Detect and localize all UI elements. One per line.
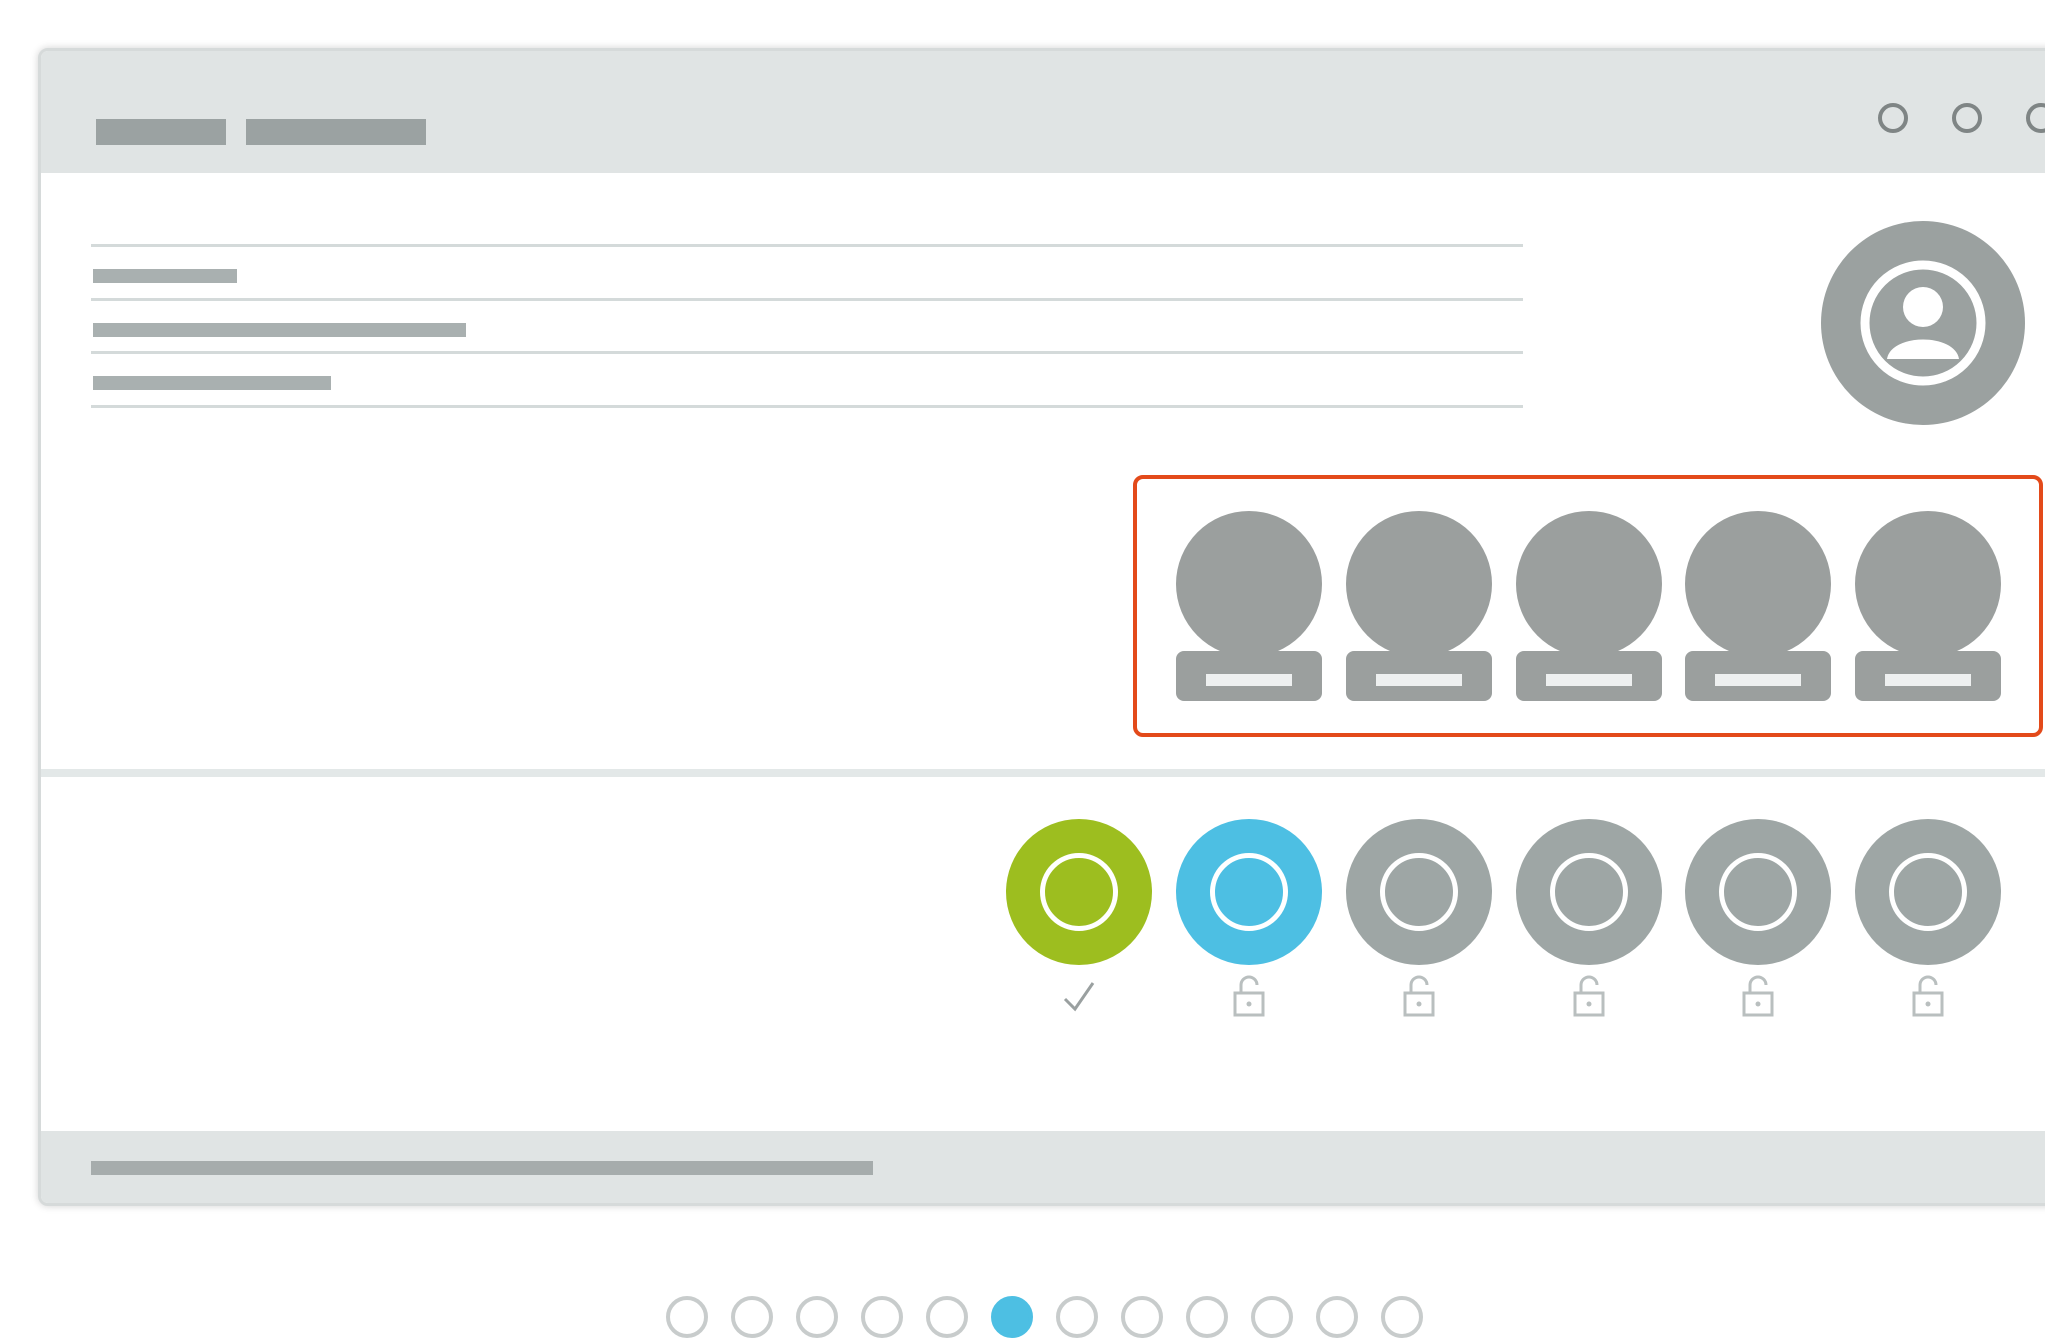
level-current-button[interactable]	[1176, 819, 1322, 965]
text-placeholder	[93, 323, 466, 337]
lock-icon	[1738, 971, 1778, 1019]
window-control-button[interactable]	[1878, 103, 1908, 133]
badge-placeholder-icon[interactable]	[1176, 511, 1322, 711]
pagination-dot-4[interactable]	[861, 1296, 903, 1338]
badge-label-placeholder	[1376, 674, 1462, 686]
badge-label-placeholder	[1546, 674, 1632, 686]
badge-placeholder-icon[interactable]	[1685, 511, 1831, 711]
pagination-dot-1[interactable]	[666, 1296, 708, 1338]
content-divider	[91, 244, 1523, 247]
badge-placeholder-icon[interactable]	[1516, 511, 1662, 711]
pagination	[666, 1296, 1426, 1340]
level-ring-icon	[1040, 853, 1118, 931]
badge-placeholder-icon[interactable]	[1855, 511, 2001, 711]
window-control-button[interactable]	[1952, 103, 1982, 133]
text-placeholder	[93, 376, 331, 390]
lock-icon	[1569, 971, 1609, 1019]
content-divider	[91, 298, 1523, 301]
pagination-dot-12[interactable]	[1381, 1296, 1423, 1338]
app-window	[38, 48, 2045, 1206]
pagination-dot-8[interactable]	[1121, 1296, 1163, 1338]
checkmark-icon	[1059, 971, 1099, 1019]
section-divider	[41, 769, 2045, 777]
lock-icon	[1399, 971, 1439, 1019]
content-divider	[91, 351, 1523, 354]
pagination-dot-9[interactable]	[1186, 1296, 1228, 1338]
level-ring-icon	[1380, 853, 1458, 931]
level-ring-icon	[1889, 853, 1967, 931]
pagination-dot-2[interactable]	[731, 1296, 773, 1338]
footer-text-placeholder	[91, 1161, 873, 1175]
level-ring-icon	[1550, 853, 1628, 931]
pagination-dot-3[interactable]	[796, 1296, 838, 1338]
level-locked-button[interactable]	[1685, 819, 1831, 965]
pagination-dot-6[interactable]	[991, 1296, 1033, 1338]
pagination-dot-5[interactable]	[926, 1296, 968, 1338]
pagination-dot-11[interactable]	[1316, 1296, 1358, 1338]
pagination-dot-10[interactable]	[1251, 1296, 1293, 1338]
text-placeholder	[93, 269, 237, 283]
level-locked-button[interactable]	[1855, 819, 2001, 965]
window-control-button[interactable]	[2026, 103, 2045, 133]
content-divider	[91, 405, 1523, 408]
level-locked-button[interactable]	[1346, 819, 1492, 965]
tab-second[interactable]	[246, 119, 426, 145]
lock-icon	[1908, 971, 1948, 1019]
level-completed-button[interactable]	[1006, 819, 1152, 965]
tab-first[interactable]	[96, 119, 226, 145]
badge-label-placeholder	[1206, 674, 1292, 686]
level-locked-button[interactable]	[1516, 819, 1662, 965]
badge-placeholder-icon[interactable]	[1346, 511, 1492, 711]
badge-label-placeholder	[1885, 674, 1971, 686]
user-avatar-icon[interactable]	[1821, 221, 2025, 425]
level-ring-icon	[1719, 853, 1797, 931]
pagination-dot-7[interactable]	[1056, 1296, 1098, 1338]
level-ring-icon	[1210, 853, 1288, 931]
title-bar	[41, 51, 2045, 173]
window-controls	[1846, 69, 2045, 159]
footer-bar	[41, 1131, 2045, 1203]
badge-label-placeholder	[1715, 674, 1801, 686]
lock-icon	[1229, 971, 1269, 1019]
